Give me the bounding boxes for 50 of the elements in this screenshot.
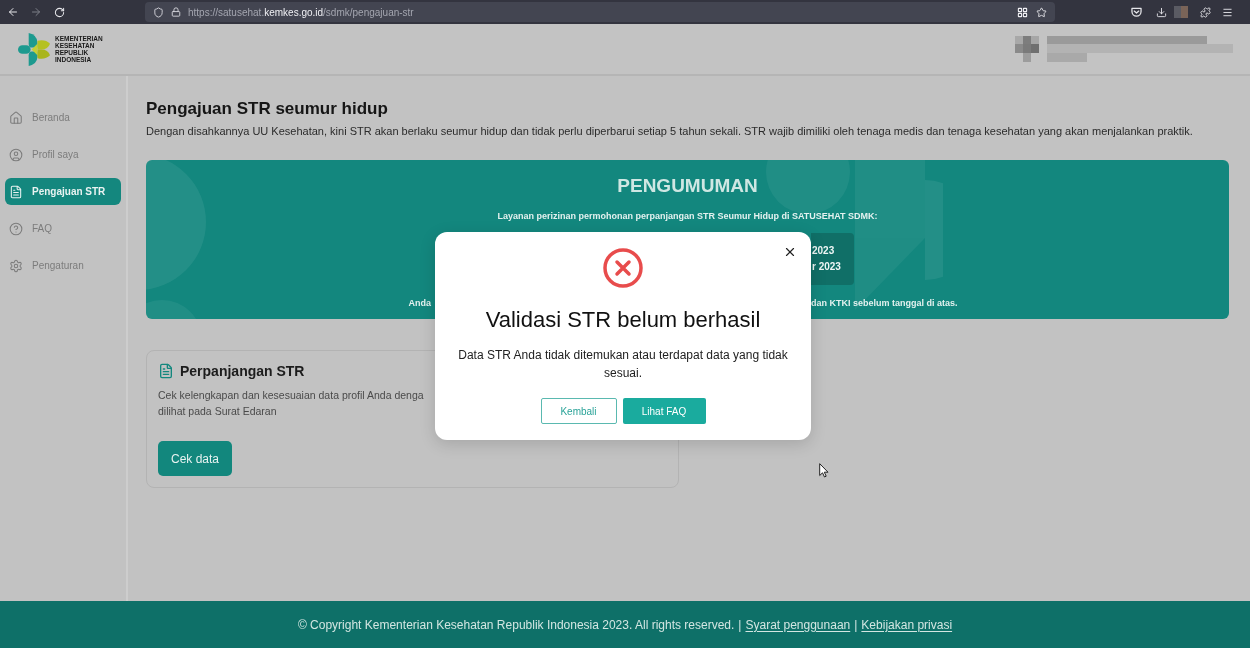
footer-link[interactable]: Syarat penggunaan xyxy=(745,615,851,634)
document-icon xyxy=(158,363,174,379)
pointer-cursor-icon xyxy=(819,463,829,478)
page-title: Pengajuan STR seumur hidup xyxy=(146,98,389,120)
date-text: 2023 xyxy=(812,244,835,258)
pocket-icon[interactable] xyxy=(1131,7,1142,17)
home-icon xyxy=(9,110,23,125)
shield-icon[interactable] xyxy=(153,6,164,18)
back-icon[interactable] xyxy=(7,6,19,18)
announcement-note: Anda xyxy=(408,297,431,309)
url-text[interactable]: /sdmk/pengajuan-str xyxy=(323,4,414,20)
sidebar-item[interactable]: Pengajuan STR xyxy=(5,178,121,205)
date-text: r 2023 xyxy=(812,260,841,274)
grid-icon[interactable] xyxy=(1017,6,1028,18)
error-icon xyxy=(603,248,643,288)
announcement-title: PENGUMUMAN xyxy=(617,174,758,198)
document-icon xyxy=(9,184,23,199)
url-text[interactable]: https://satusehat. xyxy=(188,4,265,20)
announcement-subtitle: Layanan perizinan permohonan perpanjangan STR Seumur Hidup di SATUSEHAT SDMK: xyxy=(497,210,878,222)
footer-link[interactable]: Kebijakan privasi xyxy=(861,615,953,634)
dialog-message: Data STR Anda tidak ditemukan atau terdapat data yang tidak sesuai. xyxy=(457,347,789,382)
copyright-text: © Copyright Kementerian Kesehatan Republik Indonesia 2023. All rights reserved. xyxy=(297,616,735,634)
help-icon xyxy=(9,221,23,236)
card-description: Cek kelengkapan dan kesesuaian data profil Anda denga xyxy=(158,388,424,403)
faq-button[interactable]: Lihat FAQ xyxy=(622,398,706,424)
card-description: dilihat pada Surat Edaran xyxy=(158,404,277,419)
sidebar-item[interactable]: Pengaturan xyxy=(5,252,121,279)
sidebar-item[interactable]: Profil saya xyxy=(5,141,121,168)
sidebar-item[interactable]: Beranda xyxy=(5,104,121,131)
reload-icon[interactable] xyxy=(54,6,65,18)
user-circle-icon xyxy=(9,147,23,162)
url-text[interactable]: kemkes.go.id xyxy=(264,4,324,20)
close-icon xyxy=(783,245,797,259)
page-description: Dengan disahkannya UU Kesehatan, kini STR akan berlaku seumur hidup dan tidak perlu diperbarui setiap 5 tahun sekali. STR wajib dimiliki oleh tenaga medis dan tenaga kesehatan yang akan menjalankan praktik. xyxy=(146,124,1194,139)
lock-icon[interactable] xyxy=(171,7,181,17)
menu-icon[interactable] xyxy=(1222,6,1233,18)
bookmark-star-icon[interactable] xyxy=(1036,6,1047,18)
close-button[interactable] xyxy=(783,245,797,259)
settings-icon xyxy=(9,258,23,273)
download-icon[interactable] xyxy=(1156,6,1167,18)
back-button[interactable]: Kembali xyxy=(540,398,617,424)
check-data-button[interactable]: Cek data xyxy=(158,441,232,476)
dialog-title: Validasi STR belum berhasil xyxy=(485,306,761,334)
sidebar-item[interactable]: FAQ xyxy=(5,215,121,242)
separator-text: | xyxy=(738,616,742,634)
extensions-icon[interactable] xyxy=(1200,6,1211,18)
card-title: Perpanjangan STR xyxy=(180,362,305,381)
announcement-note: dan KTKI sebelum tanggal di atas. xyxy=(811,297,958,309)
address-bar[interactable]: https://satusehat.kemkes.go.id/sdmk/pengajuan-str xyxy=(145,2,1055,22)
separator-text: | xyxy=(854,616,858,634)
